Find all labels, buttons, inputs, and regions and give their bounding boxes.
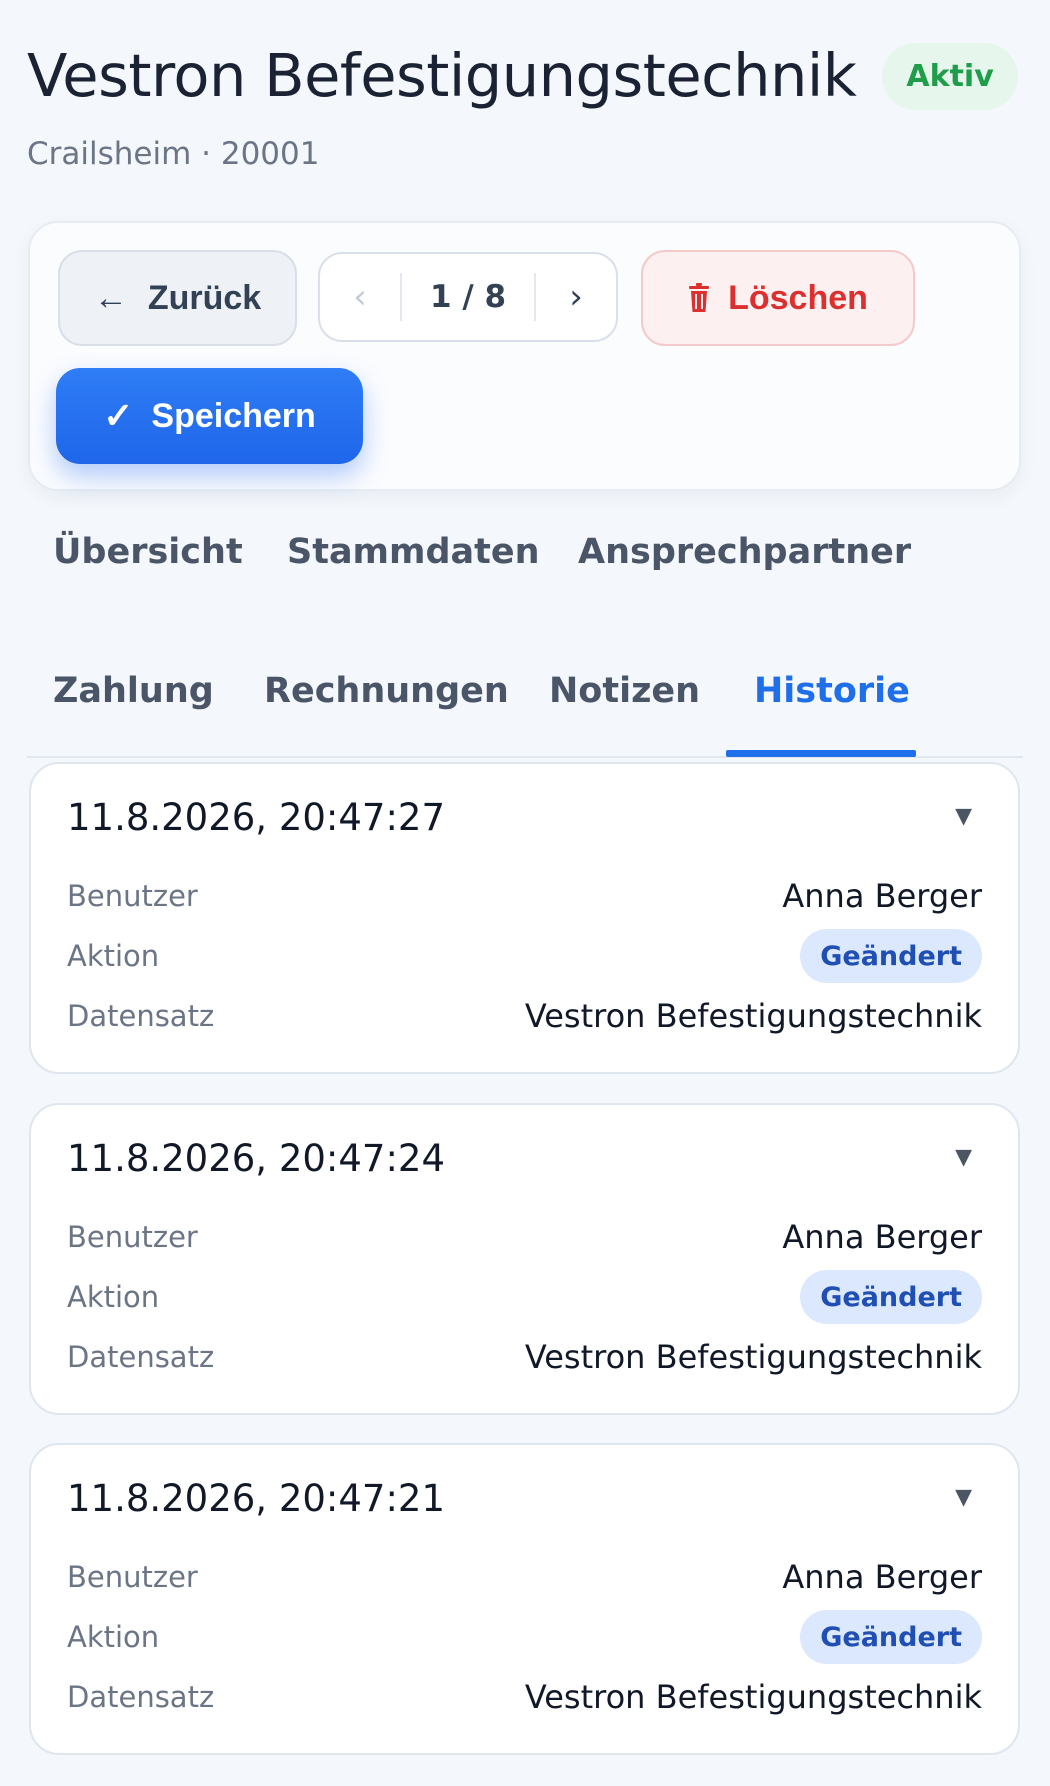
trash-icon <box>688 283 710 313</box>
entry-user-label: Benutzer <box>67 879 198 913</box>
history-entry[interactable]: 11.8.2026, 20:47:24 ▼ Benutzer Anna Berg… <box>29 1103 1020 1415</box>
tab-stammdaten[interactable]: Stammdaten <box>287 500 540 604</box>
entry-timestamp: 11.8.2026, 20:47:24 <box>67 1137 446 1180</box>
page-subtitle: Crailsheim · 20001 <box>27 136 320 172</box>
entry-action-label: Aktion <box>67 1620 160 1654</box>
tab-historie[interactable]: Historie <box>754 639 910 743</box>
tab-uebersicht[interactable]: Übersicht <box>53 500 243 604</box>
action-toolbar: ← Zurück ‹ 1 / 8 › Löschen ✓ Speichern <box>28 221 1021 491</box>
entry-user-row: Benutzer Anna Berger <box>67 1557 982 1597</box>
entry-user-value: Anna Berger <box>782 1558 982 1596</box>
entry-record-value: Vestron Befestigungstechnik <box>524 1338 982 1376</box>
tab-ansprechpartner[interactable]: Ansprechpartner <box>578 500 911 604</box>
pager-count: 1 / 8 <box>429 279 507 315</box>
delete-button[interactable]: Löschen <box>641 250 915 346</box>
entry-action-row: Aktion Geändert <box>67 928 982 984</box>
action-badge: Geändert <box>800 929 982 983</box>
save-button-label: Speichern <box>151 396 316 435</box>
arrow-left-icon: ← <box>93 278 128 317</box>
back-button-label: Zurück <box>147 278 262 317</box>
entry-user-value: Anna Berger <box>782 877 982 915</box>
entry-record-row: Datensatz Vestron Befestigungstechnik <box>67 1337 982 1377</box>
delete-button-label: Löschen <box>728 278 868 317</box>
entry-record-label: Datensatz <box>67 1340 215 1374</box>
chevron-down-icon[interactable]: ▼ <box>955 804 972 829</box>
entry-action-row: Aktion Geändert <box>67 1269 982 1325</box>
entry-action-label: Aktion <box>67 1280 160 1314</box>
entry-action-row: Aktion Geändert <box>67 1609 982 1665</box>
save-button[interactable]: ✓ Speichern <box>56 368 363 464</box>
tab-zahlung[interactable]: Zahlung <box>53 639 214 743</box>
check-icon: ✓ <box>103 395 134 436</box>
history-entry[interactable]: 11.8.2026, 20:47:21 ▼ Benutzer Anna Berg… <box>29 1443 1020 1755</box>
entry-timestamp: 11.8.2026, 20:47:21 <box>67 1477 446 1520</box>
tab-rechnungen[interactable]: Rechnungen <box>264 639 509 743</box>
action-badge: Geändert <box>800 1610 982 1664</box>
entry-timestamp: 11.8.2026, 20:47:27 <box>67 796 446 839</box>
entry-record-row: Datensatz Vestron Befestigungstechnik <box>67 1677 982 1717</box>
record-pager: ‹ 1 / 8 › <box>318 252 618 342</box>
chevron-down-icon[interactable]: ▼ <box>955 1485 972 1510</box>
chevron-down-icon[interactable]: ▼ <box>955 1145 972 1170</box>
status-badge: Aktiv <box>882 42 1018 110</box>
entry-record-label: Datensatz <box>67 1680 215 1714</box>
back-button[interactable]: ← Zurück <box>58 250 297 346</box>
entry-action-label: Aktion <box>67 939 160 973</box>
entry-user-value: Anna Berger <box>782 1218 982 1256</box>
action-badge: Geändert <box>800 1270 982 1324</box>
history-entry[interactable]: 11.8.2026, 20:47:27 ▼ Benutzer Anna Berg… <box>29 762 1020 1074</box>
entry-user-row: Benutzer Anna Berger <box>67 1217 982 1257</box>
entry-record-value: Vestron Befestigungstechnik <box>524 1678 982 1716</box>
entry-user-row: Benutzer Anna Berger <box>67 876 982 916</box>
pager-next-button[interactable]: › <box>536 254 616 340</box>
page-header: Vestron Befestigungstechnik Aktiv Crails… <box>27 40 1023 172</box>
entry-user-label: Benutzer <box>67 1220 198 1254</box>
entry-record-label: Datensatz <box>67 999 215 1033</box>
record-detail-page: Vestron Befestigungstechnik Aktiv Crails… <box>0 0 1050 1786</box>
pager-prev-button[interactable]: ‹ <box>320 254 400 340</box>
title-row: Vestron Befestigungstechnik Aktiv <box>27 40 1023 112</box>
entry-user-label: Benutzer <box>67 1560 198 1594</box>
active-tab-indicator <box>726 750 916 757</box>
tab-notizen[interactable]: Notizen <box>549 639 700 743</box>
entry-record-row: Datensatz Vestron Befestigungstechnik <box>67 996 982 1036</box>
entry-record-value: Vestron Befestigungstechnik <box>524 997 982 1035</box>
page-title: Vestron Befestigungstechnik <box>27 41 857 110</box>
tab-bar: Übersicht Stammdaten Ansprechpartner Zah… <box>27 500 1023 758</box>
